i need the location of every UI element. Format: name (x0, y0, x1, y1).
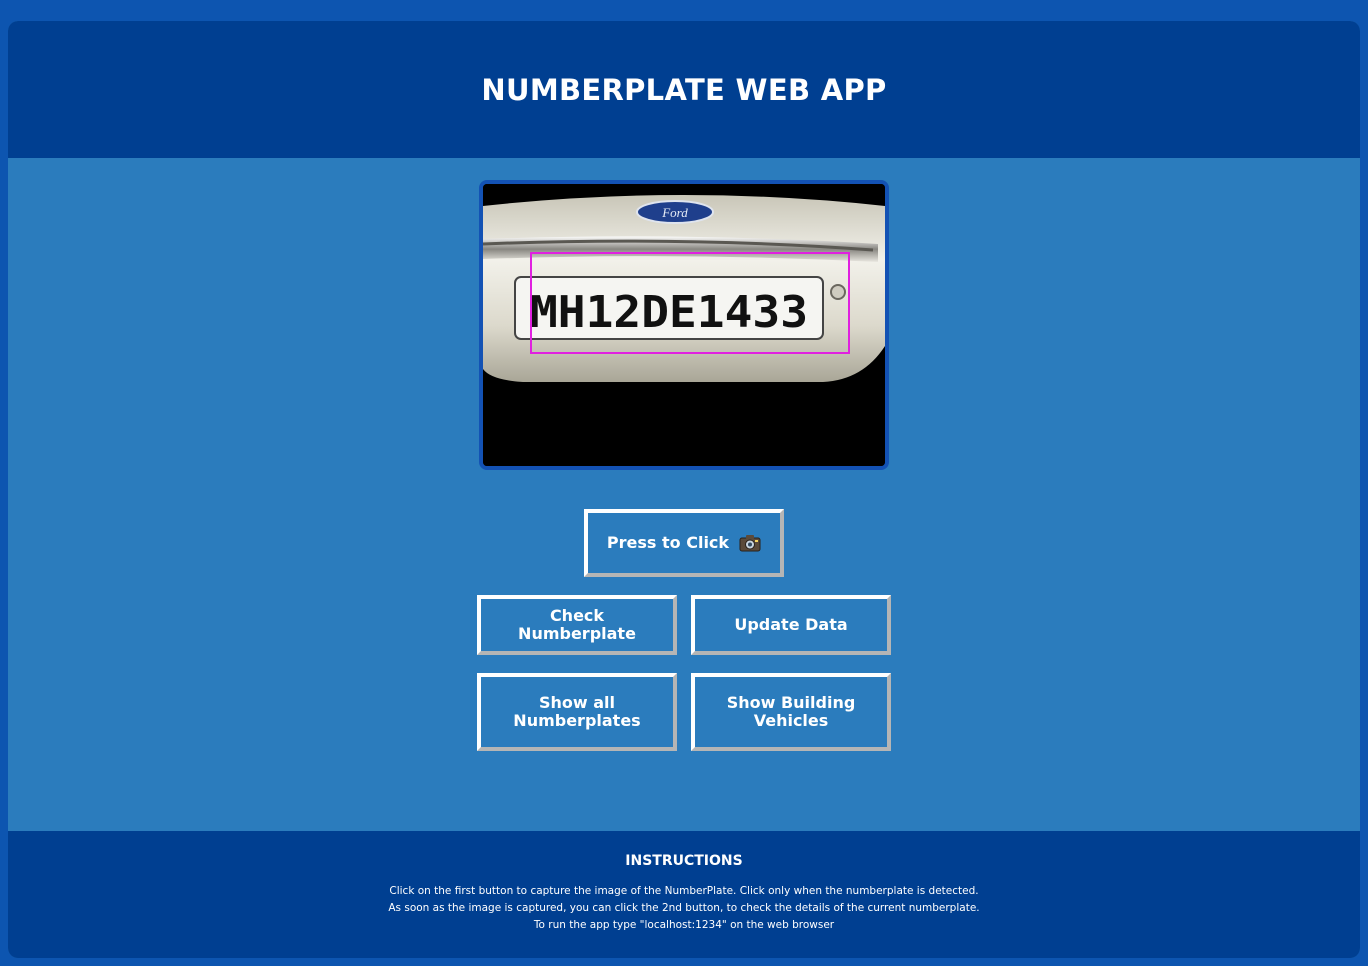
instructions-line: Click on the first button to capture the… (389, 885, 979, 897)
show-building-vehicles-label: Show Building Vehicles (726, 693, 856, 730)
app-header: NUMBERPLATE WEB APP (8, 21, 1360, 158)
app-container: NUMBERPLATE WEB APP Ford MH12DE1433 Pres… (8, 21, 1360, 958)
instructions-title: INSTRUCTIONS (625, 853, 743, 869)
show-all-numberplates-button[interactable]: Show all Numberplates (477, 673, 677, 751)
instructions-line: As soon as the image is captured, you ca… (388, 902, 980, 914)
camera-icon (739, 535, 761, 552)
show-building-vehicles-button[interactable]: Show Building Vehicles (691, 673, 891, 751)
show-all-numberplates-label: Show all Numberplates (513, 693, 641, 730)
page-title: NUMBERPLATE WEB APP (481, 72, 887, 107)
camera-feed-image: Ford MH12DE1433 (483, 184, 885, 466)
instructions-footer: INSTRUCTIONS Click on the first button t… (8, 831, 1360, 958)
update-data-label: Update Data (734, 615, 848, 634)
check-numberplate-button[interactable]: Check Numberplate (477, 595, 677, 655)
capture-button[interactable]: Press to Click (584, 509, 784, 577)
instructions-line: To run the app type "localhost:1234" on … (533, 919, 835, 931)
check-numberplate-label: Check Numberplate (518, 606, 636, 643)
update-data-button[interactable]: Update Data (691, 595, 891, 655)
main-panel: Ford MH12DE1433 Press to Click Check Num… (8, 158, 1360, 831)
camera-feed: Ford MH12DE1433 (479, 180, 889, 470)
car-brand-badge: Ford (661, 205, 688, 220)
capture-button-label: Press to Click (606, 533, 730, 552)
plate-text: MH12DE1433 (530, 287, 808, 338)
